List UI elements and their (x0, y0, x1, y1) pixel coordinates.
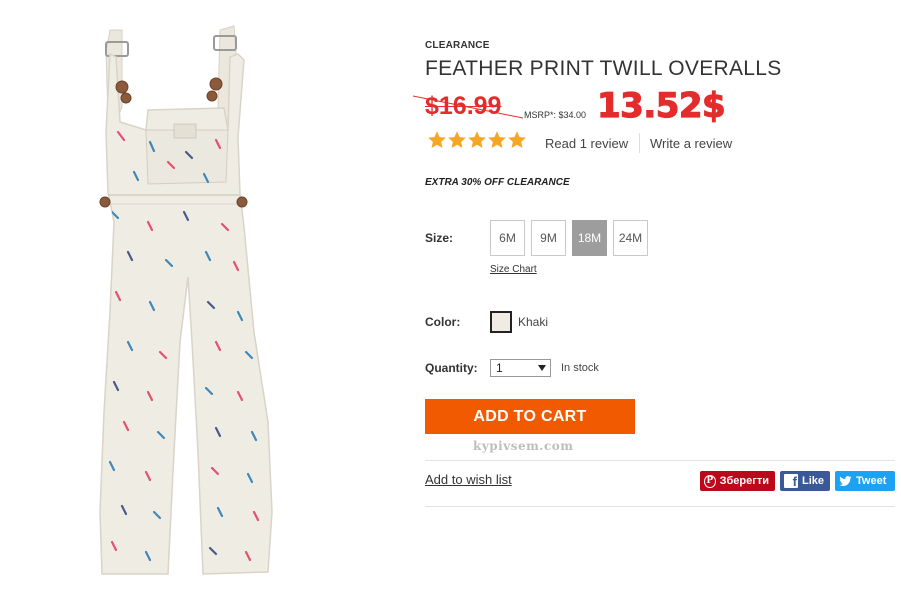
divider (425, 460, 895, 461)
color-swatch-khaki[interactable] (490, 311, 512, 333)
twitter-label: Tweet (856, 475, 887, 487)
review-divider (639, 133, 640, 153)
rating-stars (427, 130, 527, 150)
facebook-label: Like (801, 475, 824, 487)
twitter-tweet-button[interactable]: Tweet (835, 471, 895, 491)
size-option-9m[interactable]: 9M (531, 220, 566, 256)
size-option-6m[interactable]: 6M (490, 220, 525, 256)
color-label: Color: (425, 315, 461, 329)
size-label: Size: (425, 231, 454, 245)
product-details: CLEARANCE FEATHER PRINT TWILL OVERALLS $… (413, 0, 897, 590)
size-option-24m[interactable]: 24M (613, 220, 648, 256)
msrp-price: MSRP*: $34.00 (524, 110, 587, 120)
size-chart-link[interactable]: Size Chart (490, 264, 537, 275)
product-category: CLEARANCE (425, 40, 490, 51)
pinterest-save-button[interactable]: P Зберегти (700, 471, 775, 491)
star-icon (428, 131, 446, 148)
dropdown-arrow-icon (538, 365, 546, 371)
size-option-18m[interactable]: 18M (572, 220, 607, 256)
stock-status: In stock (561, 362, 599, 374)
original-price: $16.99 (425, 92, 502, 120)
star-icon (468, 131, 486, 148)
product-image (99, 25, 273, 575)
pinterest-label: Зберегти (719, 475, 769, 487)
add-to-cart-button[interactable]: ADD TO CART (425, 399, 635, 434)
color-name: Khaki (518, 315, 549, 329)
star-icon (448, 131, 466, 148)
promo-text: EXTRA 30% OFF CLEARANCE (425, 177, 570, 188)
facebook-like-button[interactable]: f Like (780, 471, 830, 491)
twitter-icon (839, 475, 852, 486)
pinterest-icon: P (704, 474, 716, 488)
divider (425, 506, 895, 507)
star-icon (488, 131, 506, 148)
sale-price: 13.52$ (596, 85, 726, 126)
facebook-icon: f (784, 474, 798, 488)
watermark: kypivsem.com (473, 439, 574, 453)
read-reviews-link[interactable]: Read 1 review (545, 136, 628, 151)
star-icon (508, 131, 526, 148)
product-title: FEATHER PRINT TWILL OVERALLS (425, 57, 782, 80)
add-to-wishlist-link[interactable]: Add to wish list (425, 472, 512, 487)
quantity-value: 1 (496, 361, 503, 375)
quantity-select[interactable]: 1 (490, 359, 551, 377)
quantity-label: Quantity: (425, 361, 478, 375)
write-review-link[interactable]: Write a review (650, 136, 732, 151)
size-options: 6M 9M 18M 24M (490, 220, 648, 256)
